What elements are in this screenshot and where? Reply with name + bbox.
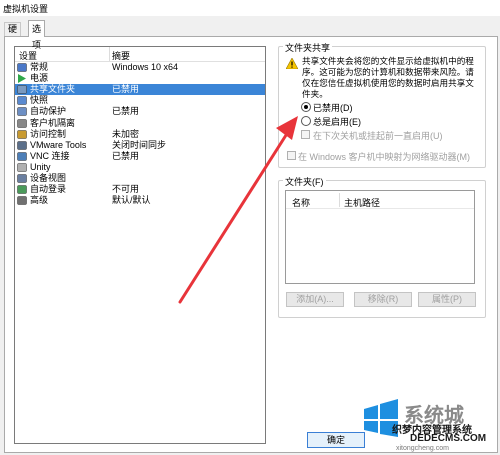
settings-row-name: 设备视图 — [30, 173, 67, 183]
settings-row-name: VNC 连接 — [30, 150, 70, 161]
settings-row-summary: Windows 10 x64 — [112, 62, 179, 72]
label-map-network-drive: 在 Windows 客户机中映射为网络驱动器(M) — [298, 152, 471, 162]
snapshot-icon — [17, 96, 27, 106]
tab-hardware[interactable]: 硬件 — [4, 22, 22, 47]
settings-row-name: 自动登录 — [30, 184, 67, 195]
folder-sharing-title: 文件夹共享 — [283, 41, 333, 54]
label-disabled[interactable]: 已禁用(D) — [313, 101, 353, 114]
settings-row-summary: 不可用 — [112, 184, 140, 195]
settings-row-summary: 已禁用 — [112, 150, 140, 161]
remove-button[interactable]: 移除(R) — [354, 292, 412, 307]
label-always-enabled[interactable]: 总是启用(E) — [313, 115, 361, 128]
power-icon — [17, 74, 27, 84]
column-summary[interactable]: 摘要 — [112, 49, 130, 62]
device-view-icon — [17, 174, 27, 183]
settings-row-summary: 未加密 — [112, 128, 140, 139]
settings-row-name: 共享文件夹 — [30, 84, 76, 95]
settings-row-name: 电源 — [30, 73, 49, 84]
label-until-poweroff: 在下次关机或挂起前一直启用(U) — [313, 131, 443, 141]
watermark-domain: xitongcheng.com — [396, 445, 449, 452]
vmware-tools-icon — [17, 140, 27, 150]
settings-row-summary: 默认/默认 — [112, 195, 151, 206]
settings-row-name: VMware Tools — [30, 139, 87, 150]
sharing-warning-text: 共享文件夹会将您的文件显示给虚拟机中的程序。这可能为您的计算机和数据带来风险。请… — [302, 56, 474, 99]
access-control-icon — [17, 129, 27, 139]
isolation-icon — [17, 118, 27, 128]
settings-row-name: 快照 — [30, 95, 49, 106]
shared-folders-table[interactable]: 名称 主机路径 — [285, 190, 475, 284]
shared-folder-icon — [17, 85, 27, 94]
settings-row-summary: 已禁用 — [112, 84, 140, 95]
settings-row-name: 常规 — [30, 62, 49, 72]
settings-row-name: Unity — [30, 161, 51, 172]
settings-row-name: 高级 — [30, 195, 49, 206]
settings-row-summary: 已禁用 — [112, 106, 140, 117]
advanced-icon — [17, 196, 27, 205]
unity-icon — [17, 163, 27, 172]
settings-row[interactable]: 快照 — [15, 95, 265, 106]
settings-row-name: 自动保护 — [30, 106, 67, 117]
watermark-url: DEDECMS.COM — [410, 433, 487, 444]
settings-row-name: 客户机隔离 — [30, 117, 76, 128]
title-bar: 虚拟机设置 — [0, 0, 500, 16]
vnc-icon — [17, 152, 27, 161]
properties-button[interactable]: 属性(P) — [418, 292, 476, 307]
settings-list-header: 设置 摘要 — [15, 47, 265, 62]
autoprotect-icon — [17, 107, 27, 117]
settings-row[interactable]: 共享文件夹 已禁用 — [15, 84, 265, 96]
settings-row-name: 访问控制 — [30, 128, 67, 139]
settings-row[interactable]: 电源 — [15, 73, 265, 84]
tab-options[interactable]: 选项 — [28, 20, 46, 50]
warning-icon — [286, 58, 298, 69]
site-watermark: 系统城 织梦内容管理系统 DEDECMS.COM xitongcheng.com — [352, 395, 500, 455]
settings-row[interactable]: 常规 Windows 10 x64 — [15, 62, 265, 73]
window-title: 虚拟机设置 — [3, 4, 49, 14]
general-icon — [17, 63, 27, 72]
settings-row-summary: 关闭时间同步 — [112, 139, 167, 150]
autologin-icon — [17, 185, 27, 194]
annotation-arrow — [178, 116, 298, 304]
